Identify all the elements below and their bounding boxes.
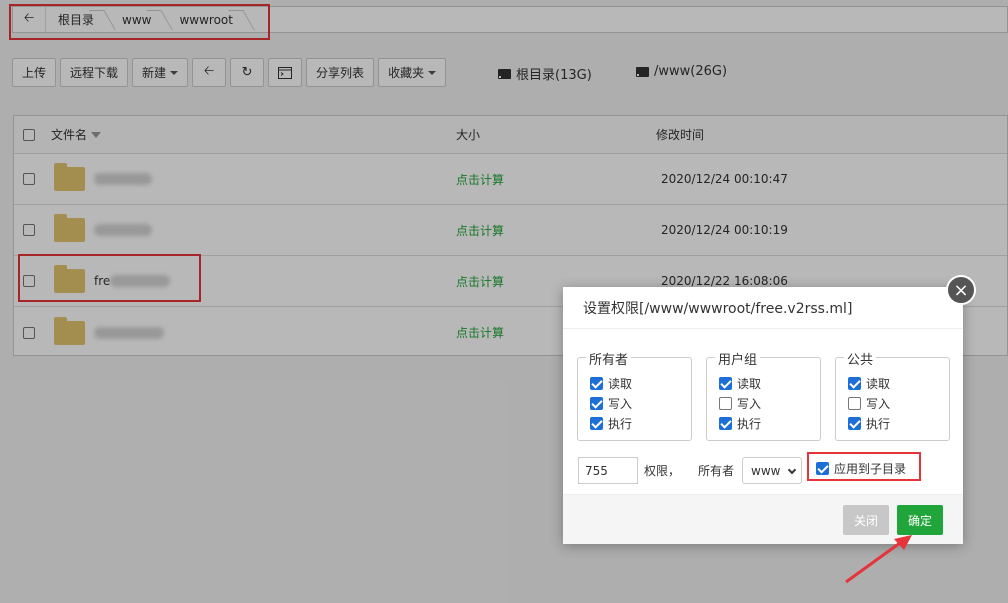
group-legend: 用户组 [715, 349, 761, 368]
checkbox-checked-icon [719, 417, 732, 430]
checkbox-unchecked-icon [848, 397, 861, 410]
close-icon[interactable]: × [946, 275, 976, 305]
permission-dialog: 设置权限[/www/wwwroot/free.v2rss.ml] 所有者 读取 … [563, 287, 963, 544]
owner-exec-checkbox[interactable]: 执行 [590, 415, 632, 432]
permission-mode-input[interactable] [578, 457, 638, 484]
checkbox-checked-icon [848, 417, 861, 430]
checkbox-checked-icon [719, 377, 732, 390]
public-write-checkbox[interactable]: 写入 [848, 395, 890, 412]
apply-subdirectory-checkbox[interactable]: 应用到子目录 [816, 460, 906, 477]
group-public: 公共 读取 写入 执行 [835, 349, 950, 441]
checkbox-label: 执行 [866, 417, 891, 431]
checkbox-checked-icon [590, 377, 603, 390]
checkbox-label: 写入 [737, 397, 762, 411]
permission-mode-label: 权限， [644, 464, 681, 478]
chevron-down-icon [787, 465, 797, 475]
checkbox-checked-icon [848, 377, 861, 390]
group-usergroup: 用户组 读取 写入 执行 [706, 349, 821, 441]
owner-label: 所有者 [698, 464, 735, 478]
checkbox-checked-icon [590, 397, 603, 410]
checkbox-label: 读取 [608, 377, 633, 391]
checkbox-checked-icon [590, 417, 603, 430]
checkbox-label: 写入 [608, 397, 633, 411]
dialog-title: 设置权限[/www/wwwroot/free.v2rss.ml] [563, 287, 963, 329]
owner-select[interactable]: www [742, 457, 803, 484]
group-read-checkbox[interactable]: 读取 [719, 375, 761, 392]
owner-write-checkbox[interactable]: 写入 [590, 395, 632, 412]
checkbox-label: 执行 [608, 417, 633, 431]
group-legend: 公共 [844, 349, 877, 368]
annotation-arrow-icon [845, 535, 912, 584]
group-exec-checkbox[interactable]: 执行 [719, 415, 761, 432]
owner-select-value: www [751, 463, 781, 478]
group-write-checkbox[interactable]: 写入 [719, 395, 761, 412]
public-read-checkbox[interactable]: 读取 [848, 375, 890, 392]
checkbox-checked-icon [816, 462, 829, 475]
permission-options-row: 权限， 所有者 www [578, 457, 803, 484]
checkbox-label: 执行 [737, 417, 762, 431]
public-exec-checkbox[interactable]: 执行 [848, 415, 890, 432]
checkbox-label: 写入 [866, 397, 891, 411]
group-legend: 所有者 [586, 349, 632, 368]
owner-read-checkbox[interactable]: 读取 [590, 375, 632, 392]
checkbox-label: 读取 [737, 377, 762, 391]
checkbox-unchecked-icon [719, 397, 732, 410]
checkbox-label: 读取 [866, 377, 891, 391]
group-owner: 所有者 读取 写入 执行 [577, 349, 692, 441]
apply-subdirectory-label: 应用到子目录 [834, 462, 907, 476]
